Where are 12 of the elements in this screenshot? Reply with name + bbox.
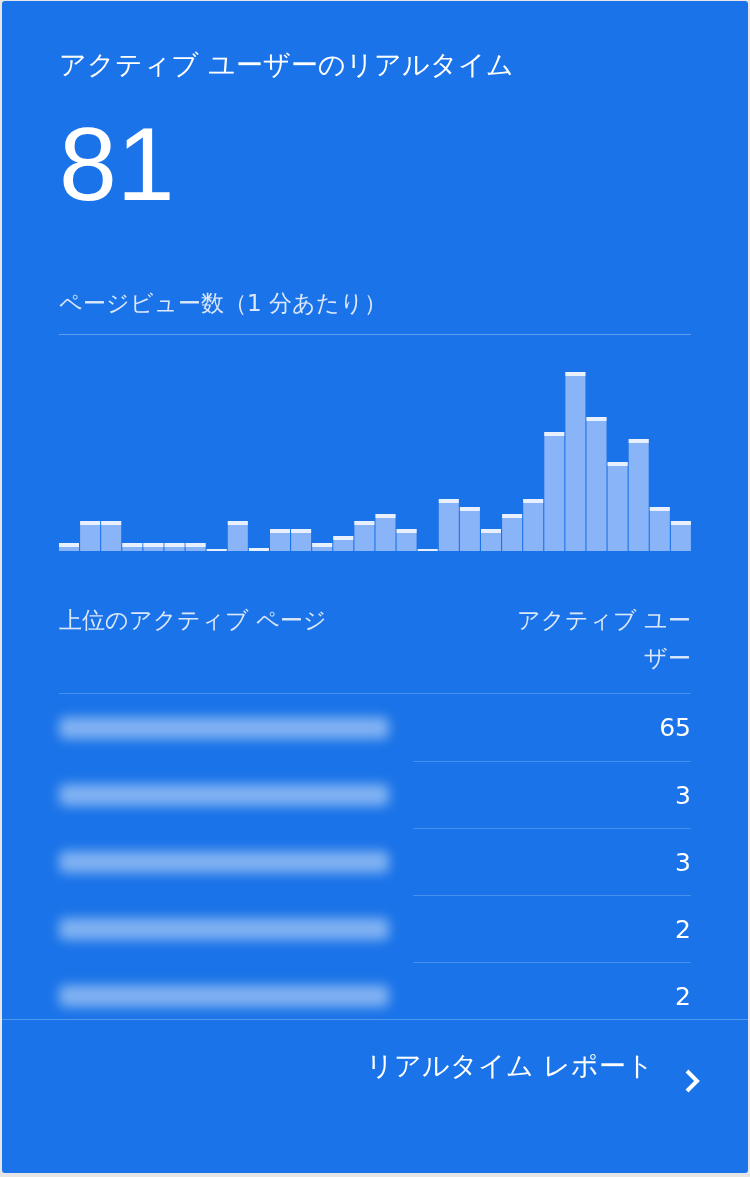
column-header: 上位のアクティブ ページ bbox=[59, 606, 328, 635]
column-header: アクティブ ユーザー bbox=[516, 606, 691, 673]
active-users-cell-text: 65 bbox=[658, 712, 691, 744]
active-users-cell: 3 bbox=[413, 761, 691, 828]
active-user-count: 81 bbox=[59, 109, 176, 219]
active-users-cell: 2 bbox=[413, 895, 691, 962]
realtime-report-link[interactable]: リアルタイム レポート bbox=[366, 1048, 654, 1084]
active-users-cell: 3 bbox=[413, 828, 691, 895]
active-users-cell: 2 bbox=[413, 962, 691, 1029]
chart-title: ページビュー数（1 分あたり） bbox=[59, 286, 691, 335]
chevron-right-icon[interactable] bbox=[684, 1068, 700, 1094]
card-title: アクティブ ユーザーのリアルタイム bbox=[59, 48, 515, 82]
